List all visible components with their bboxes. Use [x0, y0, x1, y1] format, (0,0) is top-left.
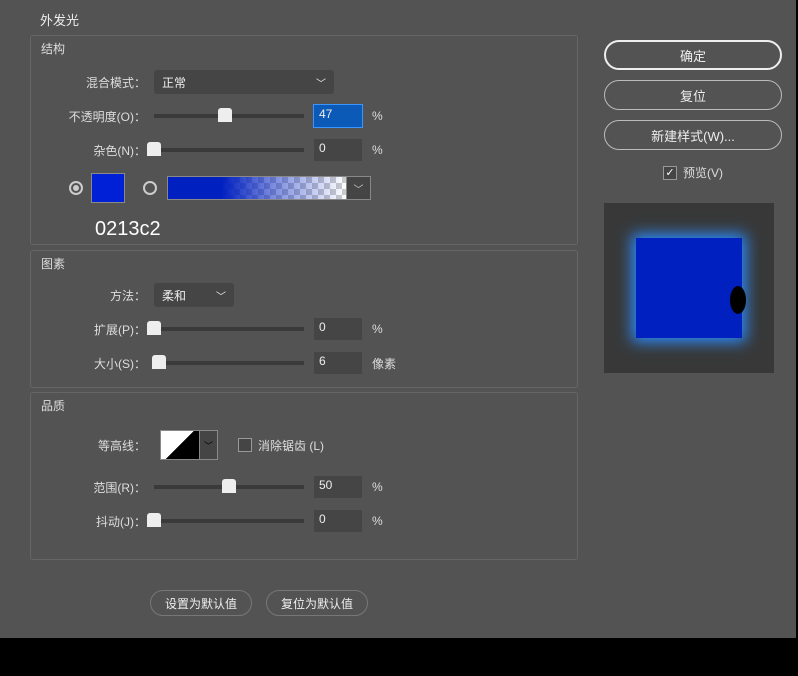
- opacity-input[interactable]: 47: [314, 105, 362, 127]
- structure-title: 结构: [41, 40, 577, 57]
- jitter-unit: %: [372, 514, 383, 528]
- size-unit: 像素: [372, 355, 396, 372]
- contour-dropdown[interactable]: ﹀: [200, 430, 218, 460]
- antialias-label: 消除锯齿 (L): [258, 437, 324, 454]
- spread-input[interactable]: 0: [314, 318, 362, 340]
- gradient-dropdown[interactable]: ﹀: [347, 176, 371, 200]
- chevron-down-icon: ﹀: [316, 75, 326, 90]
- quality-group: 品质 等高线： ﹀ 消除锯齿 (L) 范围(R)： 50 % 抖动(J)： 0 …: [30, 392, 578, 560]
- gradient-radio[interactable]: [143, 181, 157, 195]
- preview-box: [604, 203, 774, 373]
- blend-mode-label: 混合模式：: [31, 74, 146, 91]
- method-value: 柔和: [162, 287, 186, 304]
- opacity-slider[interactable]: [154, 114, 304, 118]
- jitter-label: 抖动(J)：: [31, 513, 146, 530]
- gradient-picker[interactable]: [167, 176, 347, 200]
- bottom-text: 边: [436, 650, 451, 671]
- preview-label: 预览(V): [683, 164, 723, 181]
- range-label: 范围(R)：: [31, 479, 146, 496]
- hex-text: 0213c2: [95, 218, 161, 241]
- range-unit: %: [372, 480, 383, 494]
- antialias-checkbox[interactable]: [238, 438, 252, 452]
- jitter-thumb[interactable]: [147, 513, 161, 527]
- new-style-button[interactable]: 新建样式(W)...: [604, 120, 782, 150]
- opacity-thumb[interactable]: [218, 108, 232, 122]
- color-swatch[interactable]: [91, 173, 125, 203]
- range-slider[interactable]: [154, 485, 304, 489]
- spread-thumb[interactable]: [147, 321, 161, 335]
- blend-mode-value: 正常: [162, 74, 186, 91]
- method-select[interactable]: 柔和 ﹀: [154, 283, 234, 307]
- jitter-input[interactable]: 0: [314, 510, 362, 532]
- panel-title: 外发光: [40, 10, 79, 29]
- size-slider[interactable]: [154, 361, 304, 365]
- range-thumb[interactable]: [222, 479, 236, 493]
- elements-group: 图素 方法： 柔和 ﹀ 扩展(P)： 0 % 大小(S)： 6 像素: [30, 250, 578, 388]
- opacity-label: 不透明度(O)：: [31, 108, 146, 125]
- method-label: 方法：: [31, 287, 146, 304]
- size-thumb[interactable]: [152, 355, 166, 369]
- size-label: 大小(S)：: [31, 355, 146, 372]
- preview-sample: [636, 238, 742, 338]
- bottom-bar: [0, 638, 796, 676]
- jitter-slider[interactable]: [154, 519, 304, 523]
- structure-group: 结构 混合模式： 正常 ﹀ 不透明度(O)： 47 % 杂色(N)： 0 %: [30, 35, 578, 245]
- spread-unit: %: [372, 322, 383, 336]
- noise-label: 杂色(N)：: [31, 142, 146, 159]
- reset-default-button[interactable]: 复位为默认值: [266, 590, 368, 616]
- quality-title: 品质: [41, 397, 577, 414]
- contour-label: 等高线：: [31, 437, 146, 454]
- chevron-down-icon: ﹀: [216, 288, 226, 303]
- noise-input[interactable]: 0: [314, 139, 362, 161]
- ok-button[interactable]: 确定: [604, 40, 782, 70]
- range-input[interactable]: 50: [314, 476, 362, 498]
- chevron-down-icon: ﹀: [354, 181, 364, 196]
- noise-thumb[interactable]: [147, 142, 161, 156]
- preview-checkbox[interactable]: [663, 166, 677, 180]
- blend-mode-select[interactable]: 正常 ﹀: [154, 70, 334, 94]
- noise-unit: %: [372, 143, 383, 157]
- size-input[interactable]: 6: [314, 352, 362, 374]
- color-radio[interactable]: [69, 181, 83, 195]
- opacity-unit: %: [372, 109, 383, 123]
- spread-label: 扩展(P)：: [31, 321, 146, 338]
- reset-button[interactable]: 复位: [604, 80, 782, 110]
- elements-title: 图素: [41, 255, 577, 272]
- spread-slider[interactable]: [154, 327, 304, 331]
- set-default-button[interactable]: 设置为默认值: [150, 590, 252, 616]
- contour-picker[interactable]: [160, 430, 200, 460]
- noise-slider[interactable]: [154, 148, 304, 152]
